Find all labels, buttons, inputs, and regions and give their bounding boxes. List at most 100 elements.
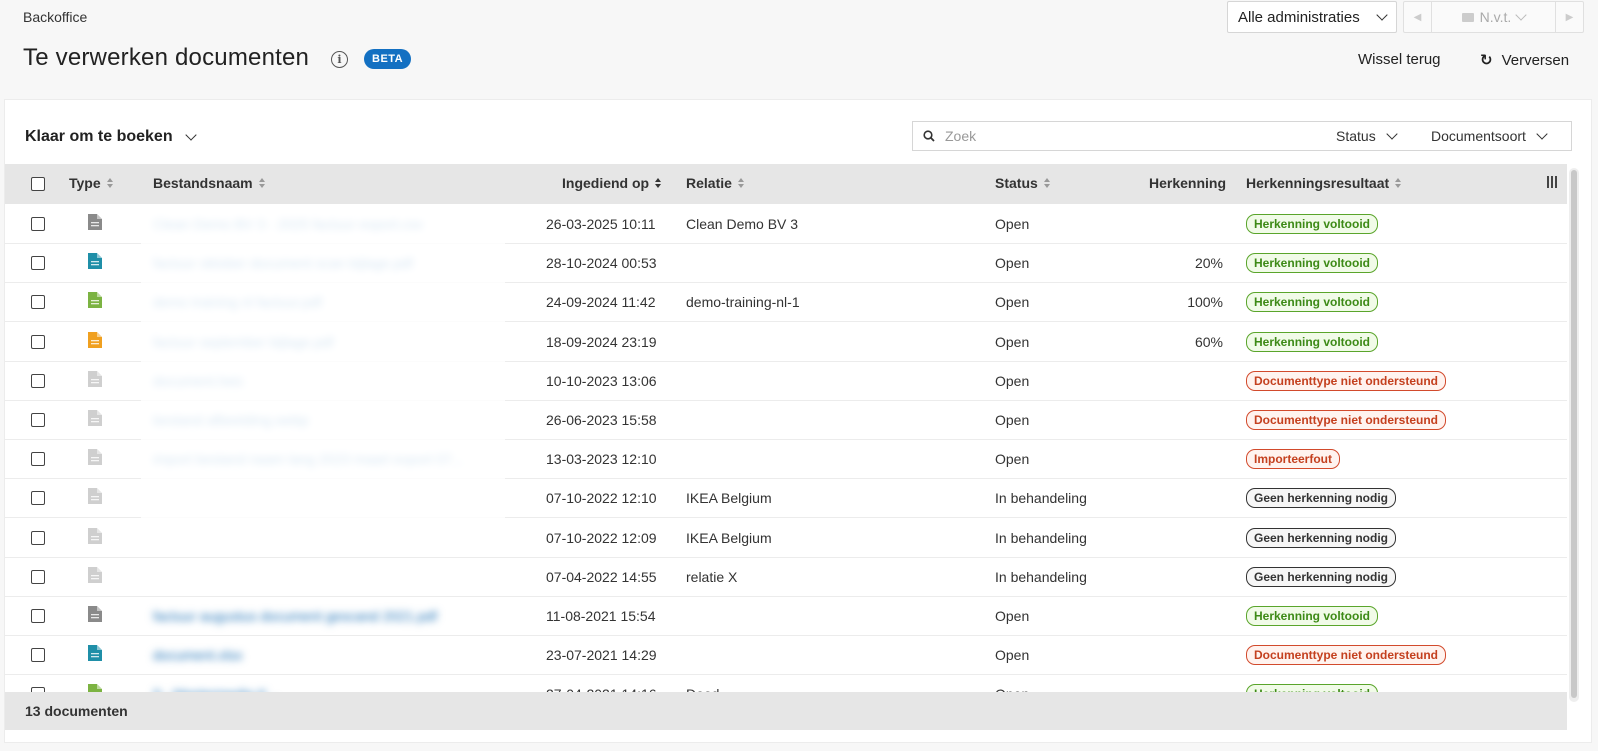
refresh-button[interactable]: ↻ Verversen bbox=[1480, 51, 1570, 70]
table-row[interactable]: 07-10-2022 12:09 IKEA Belgium In behandeli… bbox=[5, 518, 1567, 558]
table-row[interactable]: 07-10-2022 12:10 IKEA Belgium In behandeli… bbox=[5, 478, 1567, 519]
table-footer: 13 documenten bbox=[5, 692, 1567, 730]
recognition-result-badge: Herkenning voltooid bbox=[1246, 684, 1379, 692]
status-text: In behandeling bbox=[995, 529, 1087, 546]
column-status[interactable]: Status bbox=[995, 175, 1050, 191]
row-checkbox[interactable] bbox=[31, 491, 45, 506]
search-input[interactable] bbox=[945, 128, 1305, 144]
table-body: Clean Demo BV 3 - 2025 factuur export.cs… bbox=[5, 204, 1567, 692]
submitted-date: 26-06-2023 15:58 bbox=[546, 412, 657, 428]
relation-name: relatie X bbox=[686, 568, 738, 585]
table-header: Type Bestandsnaam Ingediend op Relatie S… bbox=[5, 164, 1567, 204]
refresh-label: Verversen bbox=[1501, 51, 1570, 69]
submitted-date: 24-09-2024 11:42 bbox=[546, 294, 656, 311]
column-settings-icon[interactable] bbox=[1547, 176, 1557, 188]
recognition-result-badge: Importeerfout bbox=[1246, 449, 1340, 470]
table-row[interactable]: Clean Demo BV 3 - 2025 factuur export.cs… bbox=[5, 204, 1567, 244]
row-checkbox[interactable] bbox=[31, 217, 45, 231]
status-text: Open bbox=[995, 647, 1030, 664]
select-all-checkbox[interactable] bbox=[31, 177, 45, 191]
info-icon[interactable]: i bbox=[331, 51, 348, 68]
table-row[interactable]: factuur september bijlage.pdf 18-09-2024 … bbox=[5, 322, 1567, 362]
row-checkbox[interactable] bbox=[31, 256, 45, 271]
table-row[interactable]: demo training nl factuur.pdf 24-09-2024 1… bbox=[5, 282, 1567, 323]
view-select[interactable]: Klaar om te boeken bbox=[25, 128, 197, 146]
file-name-link[interactable]: factuur oktober document scan bijlage.pd… bbox=[153, 255, 523, 271]
recognition-percentage: 20% bbox=[1194, 255, 1223, 272]
documents-card: Klaar om te boeken Status Documentsoort … bbox=[4, 99, 1592, 743]
document-type-filter[interactable]: Documentsoort bbox=[1431, 128, 1548, 144]
recognition-percentage: 60% bbox=[1194, 333, 1223, 350]
search-bar: Status Documentsoort bbox=[912, 121, 1572, 151]
file-type-icon bbox=[88, 684, 102, 692]
file-type-icon bbox=[88, 449, 102, 466]
table-row[interactable]: bestand afbeelding.webp 26-06-2023 15:58 O… bbox=[5, 400, 1567, 440]
status-filter[interactable]: Status bbox=[1336, 128, 1398, 144]
row-checkbox[interactable] bbox=[31, 334, 45, 349]
file-name-link[interactable]: import bestand naam lang 2023 maart expo… bbox=[153, 451, 523, 467]
sort-icon bbox=[737, 178, 744, 188]
sort-icon bbox=[106, 178, 113, 188]
file-name-link[interactable]: Clean Demo BV 3 - 2025 factuur export.cs… bbox=[153, 216, 523, 232]
document-icon bbox=[1461, 12, 1474, 22]
row-checkbox[interactable] bbox=[31, 413, 45, 427]
column-recognition[interactable]: Herkenning bbox=[1149, 175, 1226, 191]
file-type-icon bbox=[88, 527, 102, 544]
row-checkbox[interactable] bbox=[31, 452, 45, 467]
file-name-link[interactable]: document.heic bbox=[153, 373, 523, 389]
next-button[interactable]: ▶ bbox=[1555, 2, 1583, 32]
table-row[interactable]: 9 - Mastermedia K...27-04-2021 14:16Dood… bbox=[5, 674, 1567, 692]
refresh-icon: ↻ bbox=[1480, 52, 1493, 69]
row-checkbox[interactable] bbox=[31, 648, 45, 663]
file-type-icon bbox=[88, 645, 102, 662]
recognition-result-badge: Herkenning voltooid bbox=[1246, 253, 1379, 274]
page-title: Te verwerken documenten bbox=[23, 44, 310, 71]
switch-back-button[interactable]: Wissel terug bbox=[1358, 51, 1441, 68]
submitted-date: 10-10-2023 13:06 bbox=[546, 372, 657, 389]
row-checkbox[interactable] bbox=[31, 373, 45, 388]
row-checkbox[interactable] bbox=[31, 295, 45, 310]
chevron-down-icon bbox=[1386, 128, 1398, 140]
row-checkbox[interactable] bbox=[31, 530, 45, 545]
submitted-date: 18-09-2024 23:19 bbox=[546, 333, 657, 350]
search-icon bbox=[923, 130, 935, 142]
status-text: Open bbox=[995, 255, 1030, 272]
file-name-link[interactable]: factuur september bijlage.pdf bbox=[153, 334, 523, 350]
recognition-result-badge: Herkenning voltooid bbox=[1246, 331, 1379, 352]
file-name-link[interactable]: document.xlsx bbox=[153, 647, 523, 663]
row-checkbox[interactable] bbox=[31, 569, 45, 584]
table-row[interactable]: factuur oktober document scan bijlage.pd… bbox=[5, 243, 1567, 284]
row-checkbox[interactable] bbox=[31, 609, 45, 623]
status-text: Open bbox=[995, 372, 1030, 389]
recognition-result-badge: Herkenning voltooid bbox=[1246, 606, 1379, 626]
column-filename[interactable]: Bestandsnaam bbox=[153, 175, 265, 191]
status-text: In behandeling bbox=[995, 568, 1087, 585]
table-row[interactable]: factuur augustus document gescand 2021.p… bbox=[5, 596, 1567, 636]
column-relation[interactable]: Relatie bbox=[686, 175, 744, 191]
pager-select[interactable]: N.v.t. bbox=[1432, 9, 1555, 25]
file-type-icon bbox=[88, 370, 102, 387]
table-row[interactable]: document.heic 10-10-2023 13:06 Open Documen… bbox=[5, 361, 1567, 401]
scrollbar[interactable] bbox=[1569, 168, 1579, 702]
sort-icon bbox=[1043, 178, 1050, 188]
table-row[interactable]: document.xlsx 23-07-2021 14:29 Open Documen… bbox=[5, 635, 1567, 676]
status-text: Open bbox=[995, 451, 1030, 468]
table-row[interactable]: 07-04-2022 14:55 relatie X In behandeling G… bbox=[5, 557, 1567, 597]
file-name-link[interactable]: demo training nl factuur.pdf bbox=[153, 294, 523, 310]
table-row[interactable]: import bestand naam lang 2023 maart expo… bbox=[5, 439, 1567, 480]
beta-badge: BETA bbox=[364, 49, 412, 69]
recognition-result-badge: Documenttype niet ondersteund bbox=[1246, 410, 1447, 430]
submitted-date: 23-07-2021 14:29 bbox=[546, 647, 657, 664]
status-text: Open bbox=[995, 608, 1030, 624]
column-submitted[interactable]: Ingediend op bbox=[562, 175, 662, 191]
relation-name: IKEA Belgium bbox=[686, 490, 772, 507]
file-name-link[interactable]: factuur augustus document gescand 2021.p… bbox=[153, 608, 523, 624]
recognition-result-badge: Geen herkenning nodig bbox=[1246, 527, 1397, 548]
administration-select[interactable]: Alle administraties bbox=[1227, 1, 1397, 33]
previous-button[interactable]: ◀ bbox=[1404, 2, 1432, 32]
column-type[interactable]: Type bbox=[69, 175, 113, 191]
chevron-down-icon bbox=[1376, 9, 1388, 21]
file-name-link[interactable]: bestand afbeelding.webp bbox=[153, 412, 523, 428]
pager-label: N.v.t. bbox=[1479, 9, 1512, 25]
column-result[interactable]: Herkenningsresultaat bbox=[1246, 175, 1402, 191]
